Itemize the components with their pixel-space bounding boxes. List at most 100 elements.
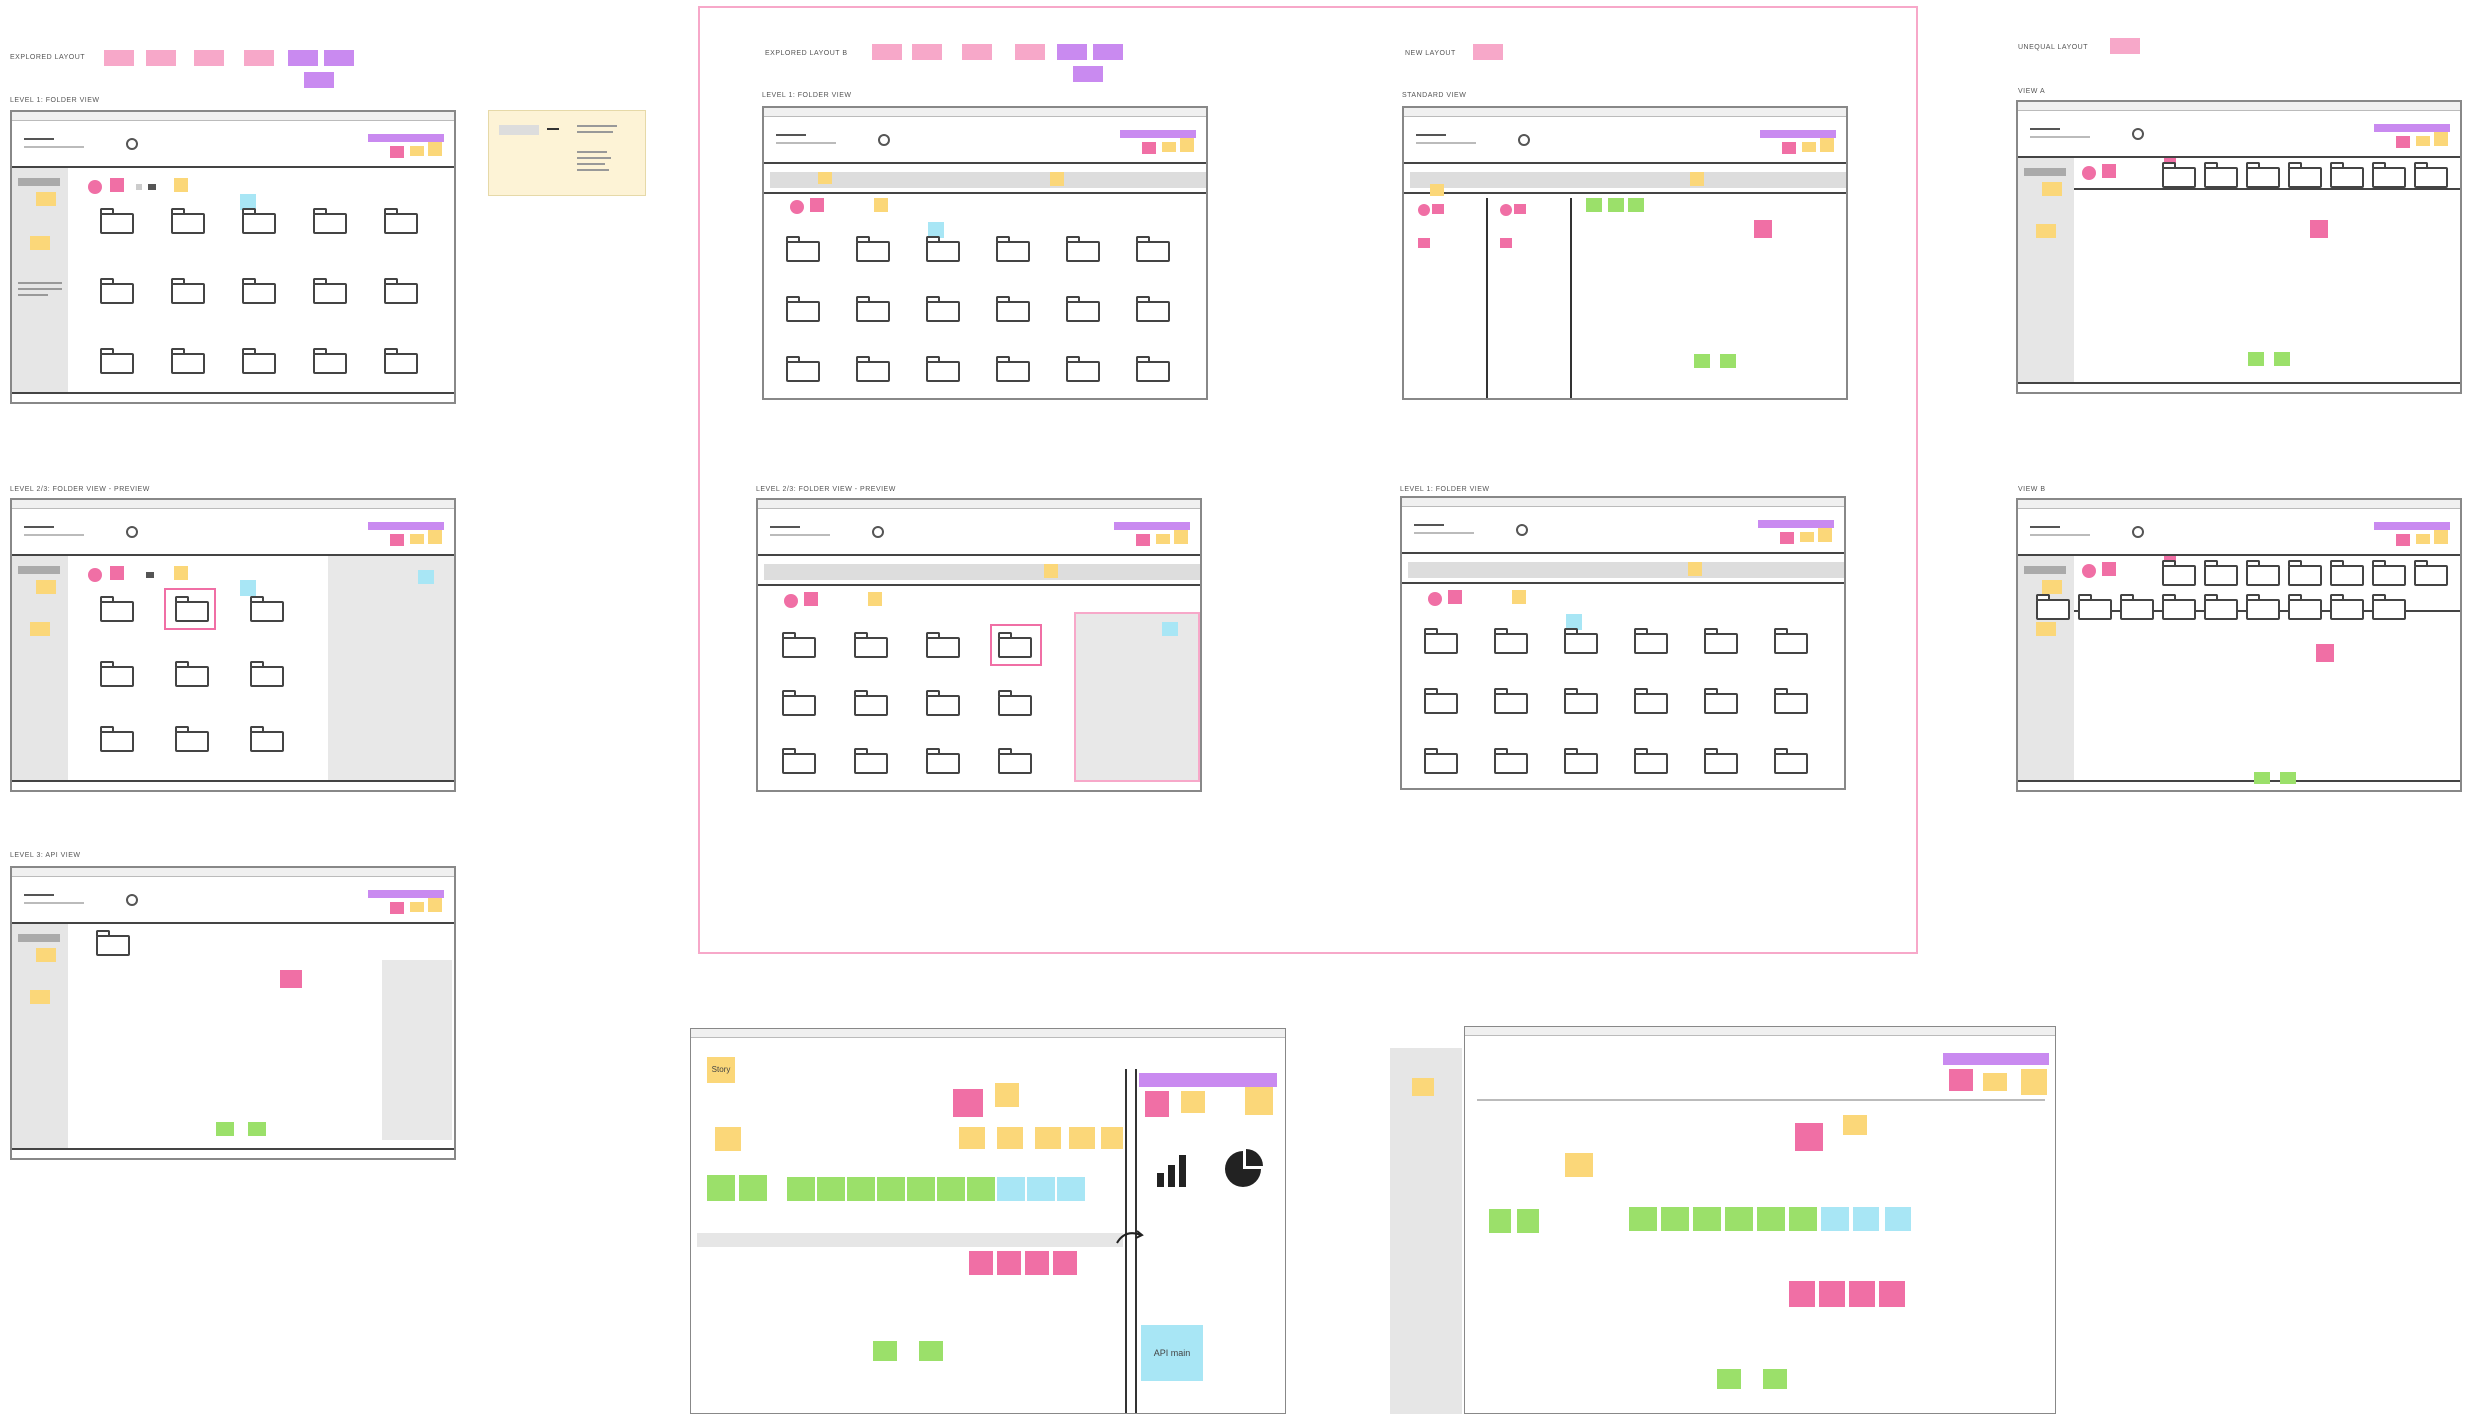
folder-icon[interactable]	[1066, 296, 1100, 322]
folder-icon[interactable]	[2372, 162, 2406, 188]
folder-icon[interactable]	[242, 348, 276, 374]
folder-icon[interactable]	[786, 296, 820, 322]
folder-icon[interactable]	[2204, 162, 2238, 188]
folder-icon[interactable]	[250, 596, 284, 622]
folder-icon[interactable]	[250, 661, 284, 687]
folder-icon[interactable]	[926, 690, 960, 716]
folder-icon[interactable]	[926, 356, 960, 382]
folder-icon[interactable]	[1774, 688, 1808, 714]
folder-icon[interactable]	[171, 208, 205, 234]
folder-icon[interactable]	[2246, 162, 2280, 188]
folder-icon[interactable]	[313, 208, 347, 234]
folder-icon[interactable]	[1136, 296, 1170, 322]
folder-icon[interactable]	[1634, 628, 1668, 654]
folder-icon[interactable]	[782, 632, 816, 658]
folder-icon[interactable]	[854, 690, 888, 716]
folder-icon[interactable]	[171, 278, 205, 304]
folder-icon[interactable]	[175, 596, 209, 622]
folder-icon[interactable]	[2372, 594, 2406, 620]
folder-icon[interactable]	[1066, 356, 1100, 382]
folder-icon[interactable]	[100, 208, 134, 234]
folder-icon[interactable]	[175, 726, 209, 752]
folder-icon[interactable]	[998, 748, 1032, 774]
folder-icon[interactable]	[175, 661, 209, 687]
folder-icon[interactable]	[782, 690, 816, 716]
folder-icon[interactable]	[100, 348, 134, 374]
folder-icon[interactable]	[1564, 748, 1598, 774]
folder-icon[interactable]	[856, 236, 890, 262]
folder-icon[interactable]	[2288, 594, 2322, 620]
folder-icon[interactable]	[250, 726, 284, 752]
folder-icon[interactable]	[926, 236, 960, 262]
folder-icon[interactable]	[313, 348, 347, 374]
folder-icon[interactable]	[854, 748, 888, 774]
folder-icon[interactable]	[2330, 594, 2364, 620]
folder-icon[interactable]	[384, 208, 418, 234]
folder-icon[interactable]	[2120, 594, 2154, 620]
folder-icon[interactable]	[2078, 594, 2112, 620]
folder-icon[interactable]	[2162, 560, 2196, 586]
folder-icon[interactable]	[854, 632, 888, 658]
folder-icon[interactable]	[1424, 688, 1458, 714]
folder-icon[interactable]	[996, 236, 1030, 262]
folder-icon[interactable]	[1136, 356, 1170, 382]
folder-icon[interactable]	[1564, 688, 1598, 714]
folder-icon[interactable]	[2372, 560, 2406, 586]
folder-icon[interactable]	[2288, 162, 2322, 188]
folder-icon[interactable]	[1774, 628, 1808, 654]
folder-icon[interactable]	[2162, 162, 2196, 188]
folder-icon[interactable]	[1494, 688, 1528, 714]
folder-icon[interactable]	[1704, 688, 1738, 714]
folder-icon[interactable]	[2246, 594, 2280, 620]
folder-icon[interactable]	[996, 296, 1030, 322]
folder-icon[interactable]	[171, 348, 205, 374]
folder-icon[interactable]	[1494, 628, 1528, 654]
folder-icon[interactable]	[242, 278, 276, 304]
folder-icon[interactable]	[856, 356, 890, 382]
folder-icon[interactable]	[100, 278, 134, 304]
folder-icon[interactable]	[384, 348, 418, 374]
folder-icon[interactable]	[2162, 594, 2196, 620]
folder-icon[interactable]	[2330, 560, 2364, 586]
folder-icon[interactable]	[1704, 628, 1738, 654]
folder-icon[interactable]	[2204, 594, 2238, 620]
folder-icon[interactable]	[786, 356, 820, 382]
legend-note	[488, 110, 646, 196]
folder-icon[interactable]	[2414, 162, 2448, 188]
folder-icon[interactable]	[242, 208, 276, 234]
frame-f-sidebar	[1390, 1048, 1462, 1414]
folder-icon[interactable]	[1564, 628, 1598, 654]
folder-icon[interactable]	[384, 278, 418, 304]
folder-icon[interactable]	[2036, 594, 2070, 620]
folder-icon[interactable]	[1494, 748, 1528, 774]
folder-icon[interactable]	[2330, 162, 2364, 188]
folder-icon[interactable]	[1424, 748, 1458, 774]
heading-view-a: VIEW A	[2018, 88, 2046, 95]
folder-icon[interactable]	[2414, 560, 2448, 586]
folder-icon[interactable]	[786, 236, 820, 262]
folder-icon[interactable]	[1634, 748, 1668, 774]
folder-icon[interactable]	[96, 930, 130, 956]
folder-icon[interactable]	[926, 748, 960, 774]
folder-icon[interactable]	[1634, 688, 1668, 714]
folder-icon[interactable]	[998, 690, 1032, 716]
folder-icon[interactable]	[1704, 748, 1738, 774]
folder-icon[interactable]	[1066, 236, 1100, 262]
wireframe-c-standard	[1402, 106, 1848, 400]
folder-icon[interactable]	[2204, 560, 2238, 586]
folder-icon[interactable]	[2246, 560, 2280, 586]
folder-icon[interactable]	[998, 632, 1032, 658]
folder-icon[interactable]	[926, 296, 960, 322]
folder-icon[interactable]	[100, 661, 134, 687]
folder-icon[interactable]	[313, 278, 347, 304]
folder-icon[interactable]	[996, 356, 1030, 382]
folder-icon[interactable]	[100, 596, 134, 622]
folder-icon[interactable]	[782, 748, 816, 774]
folder-icon[interactable]	[1424, 628, 1458, 654]
folder-icon[interactable]	[2288, 560, 2322, 586]
folder-icon[interactable]	[1774, 748, 1808, 774]
folder-icon[interactable]	[856, 296, 890, 322]
folder-icon[interactable]	[926, 632, 960, 658]
folder-icon[interactable]	[100, 726, 134, 752]
folder-icon[interactable]	[1136, 236, 1170, 262]
